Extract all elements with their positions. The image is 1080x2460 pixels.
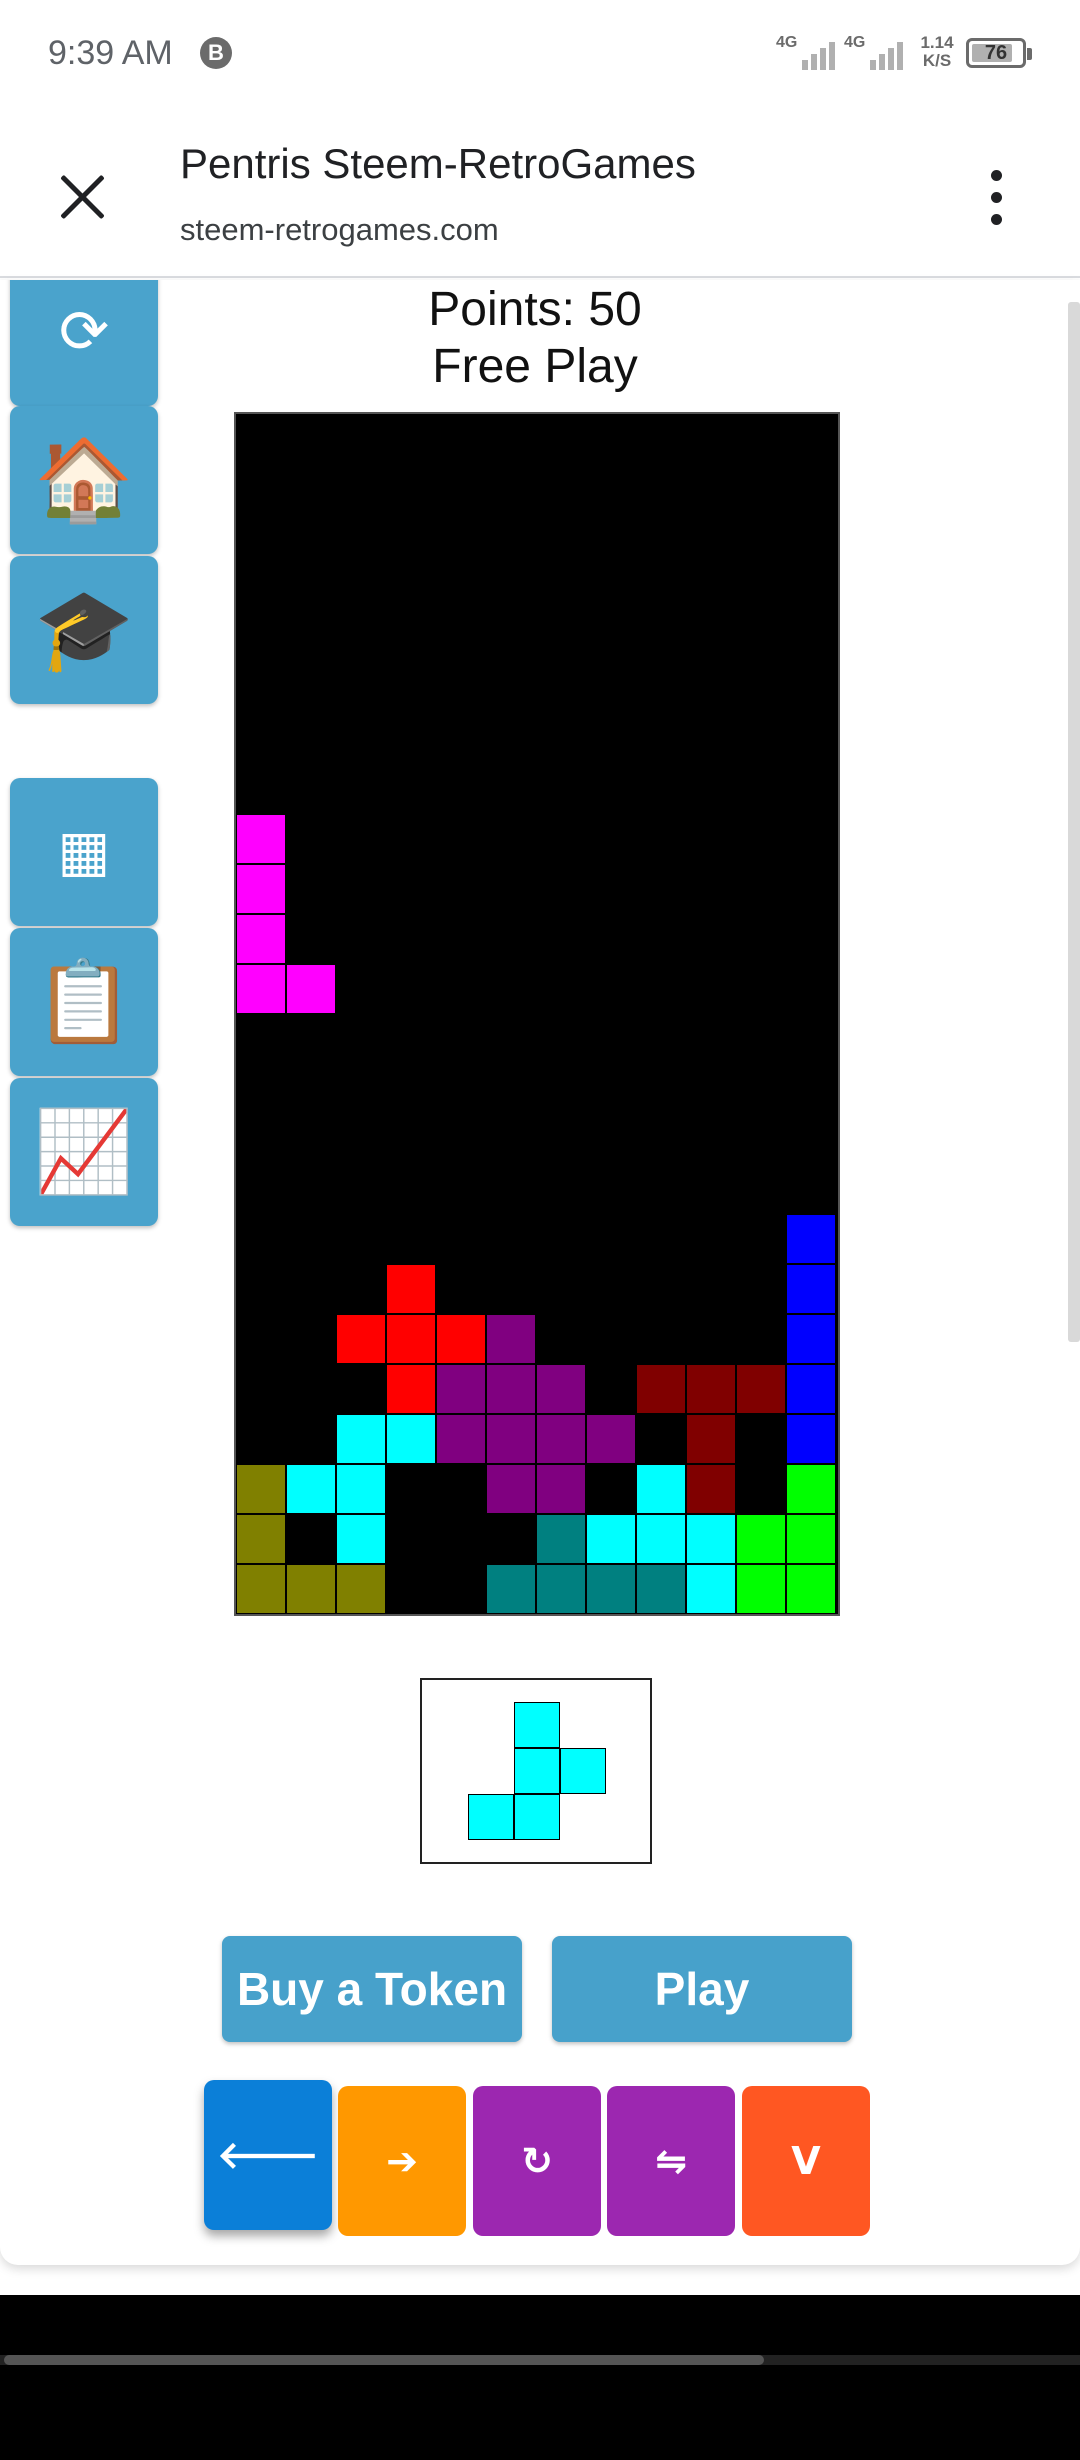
system-bottom-area [0,2295,1080,2460]
signal-icon-2: 4G [844,34,906,74]
board-block [686,1464,736,1514]
board-block [236,964,286,1014]
play-button[interactable]: Play [552,1936,852,2042]
grid-button[interactable]: ▦ [10,778,158,926]
board-block [386,1264,436,1314]
board-block [636,1364,686,1414]
board-block [536,1564,586,1614]
grid-icon: ▦ [57,819,111,884]
board-block [736,1564,786,1614]
board-block [786,1264,836,1314]
board-block [636,1564,686,1614]
next-piece-block [514,1702,560,1748]
board-block [536,1364,586,1414]
board-block [386,1314,436,1364]
board-block [586,1514,636,1564]
board-block [686,1414,736,1464]
drop-button[interactable]: V [742,2086,870,2236]
rotate-button[interactable]: ↻ [473,2086,601,2236]
board-block [486,1414,536,1464]
board-block [236,914,286,964]
game-board[interactable] [234,412,840,1616]
board-block [436,1414,486,1464]
board-block [636,1514,686,1564]
points-label: Points: 50 [428,283,642,336]
board-block [236,1564,286,1614]
clipboard-icon: 📋 [34,955,134,1048]
board-block [336,1314,386,1364]
board-block [336,1414,386,1464]
board-block [436,1364,486,1414]
board-block [386,1414,436,1464]
web-page: ⟳ 🏠 🎓 ▦ 📋 📈 Points: 50 Free Play Buy a T… [0,280,1080,2265]
chart-increasing-icon: 📈 [34,1105,134,1198]
home-button[interactable]: 🏠 [10,406,158,554]
board-block [286,1564,336,1614]
board-block [736,1364,786,1414]
board-block [336,1564,386,1614]
horizontal-scrollbar[interactable] [0,2355,1080,2365]
next-piece-block [560,1748,606,1794]
board-block [286,1464,336,1514]
board-block [336,1464,386,1514]
board-block [536,1464,586,1514]
board-block [286,964,336,1014]
page-scrollbar[interactable] [1068,302,1080,1342]
next-piece-block [514,1748,560,1794]
board-block [236,1514,286,1564]
learn-button[interactable]: 🎓 [10,556,158,704]
board-block [536,1414,586,1464]
board-block [586,1564,636,1614]
board-block [536,1514,586,1564]
status-time: 9:39 AM [48,34,173,72]
board-block [786,1364,836,1414]
game-mode-label: Free Play [432,340,638,393]
more-options-icon[interactable] [982,168,1012,228]
board-block [336,1514,386,1564]
board-block [686,1364,736,1414]
board-block [486,1364,536,1414]
stats-button[interactable]: 📈 [10,1078,158,1226]
buy-token-button[interactable]: Buy a Token [222,1936,522,2042]
signal-icon: 4G [776,34,838,74]
board-block [786,1214,836,1264]
next-piece-block [514,1794,560,1840]
board-block [586,1414,636,1464]
clipboard-button[interactable]: 📋 [10,928,158,1076]
board-block [236,1464,286,1514]
board-block [636,1464,686,1514]
board-block [486,1564,536,1614]
board-block [786,1564,836,1614]
board-block [236,864,286,914]
board-block [786,1514,836,1564]
flip-button[interactable]: ⇋ [607,2086,735,2236]
refresh-button[interactable]: ⟳ [10,280,158,406]
board-block [786,1464,836,1514]
graduation-cap-icon: 🎓 [34,583,134,676]
house-icon: 🏠 [34,433,134,526]
board-block [736,1514,786,1564]
board-block [236,814,286,864]
network-speed: 1.14 K/S [920,33,954,70]
page-title: Pentris Steem-RetroGames [180,140,696,187]
board-block [686,1514,736,1564]
board-block [486,1314,536,1364]
refresh-icon: ⟳ [58,297,110,367]
next-piece-preview [420,1678,652,1864]
app-notification-icon: B [200,37,232,69]
board-block [486,1464,536,1514]
board-block [786,1414,836,1464]
board-block [686,1564,736,1614]
custom-tab-header: Pentris Steem-RetroGames steem-retrogame… [0,110,1080,278]
board-block [786,1314,836,1364]
right-arrow-button[interactable]: ➔ [338,2086,466,2236]
page-url: steem-retrogames.com [180,212,499,247]
next-piece-block [468,1794,514,1840]
battery-icon: 76 [966,38,1032,68]
board-block [386,1364,436,1414]
board-block [436,1314,486,1364]
status-bar: 9:39 AM B 4G 4G 1.14 K/S 76 [0,0,1080,110]
left-arrow-button[interactable]: 🡐 [204,2080,332,2230]
close-icon[interactable] [56,170,108,222]
